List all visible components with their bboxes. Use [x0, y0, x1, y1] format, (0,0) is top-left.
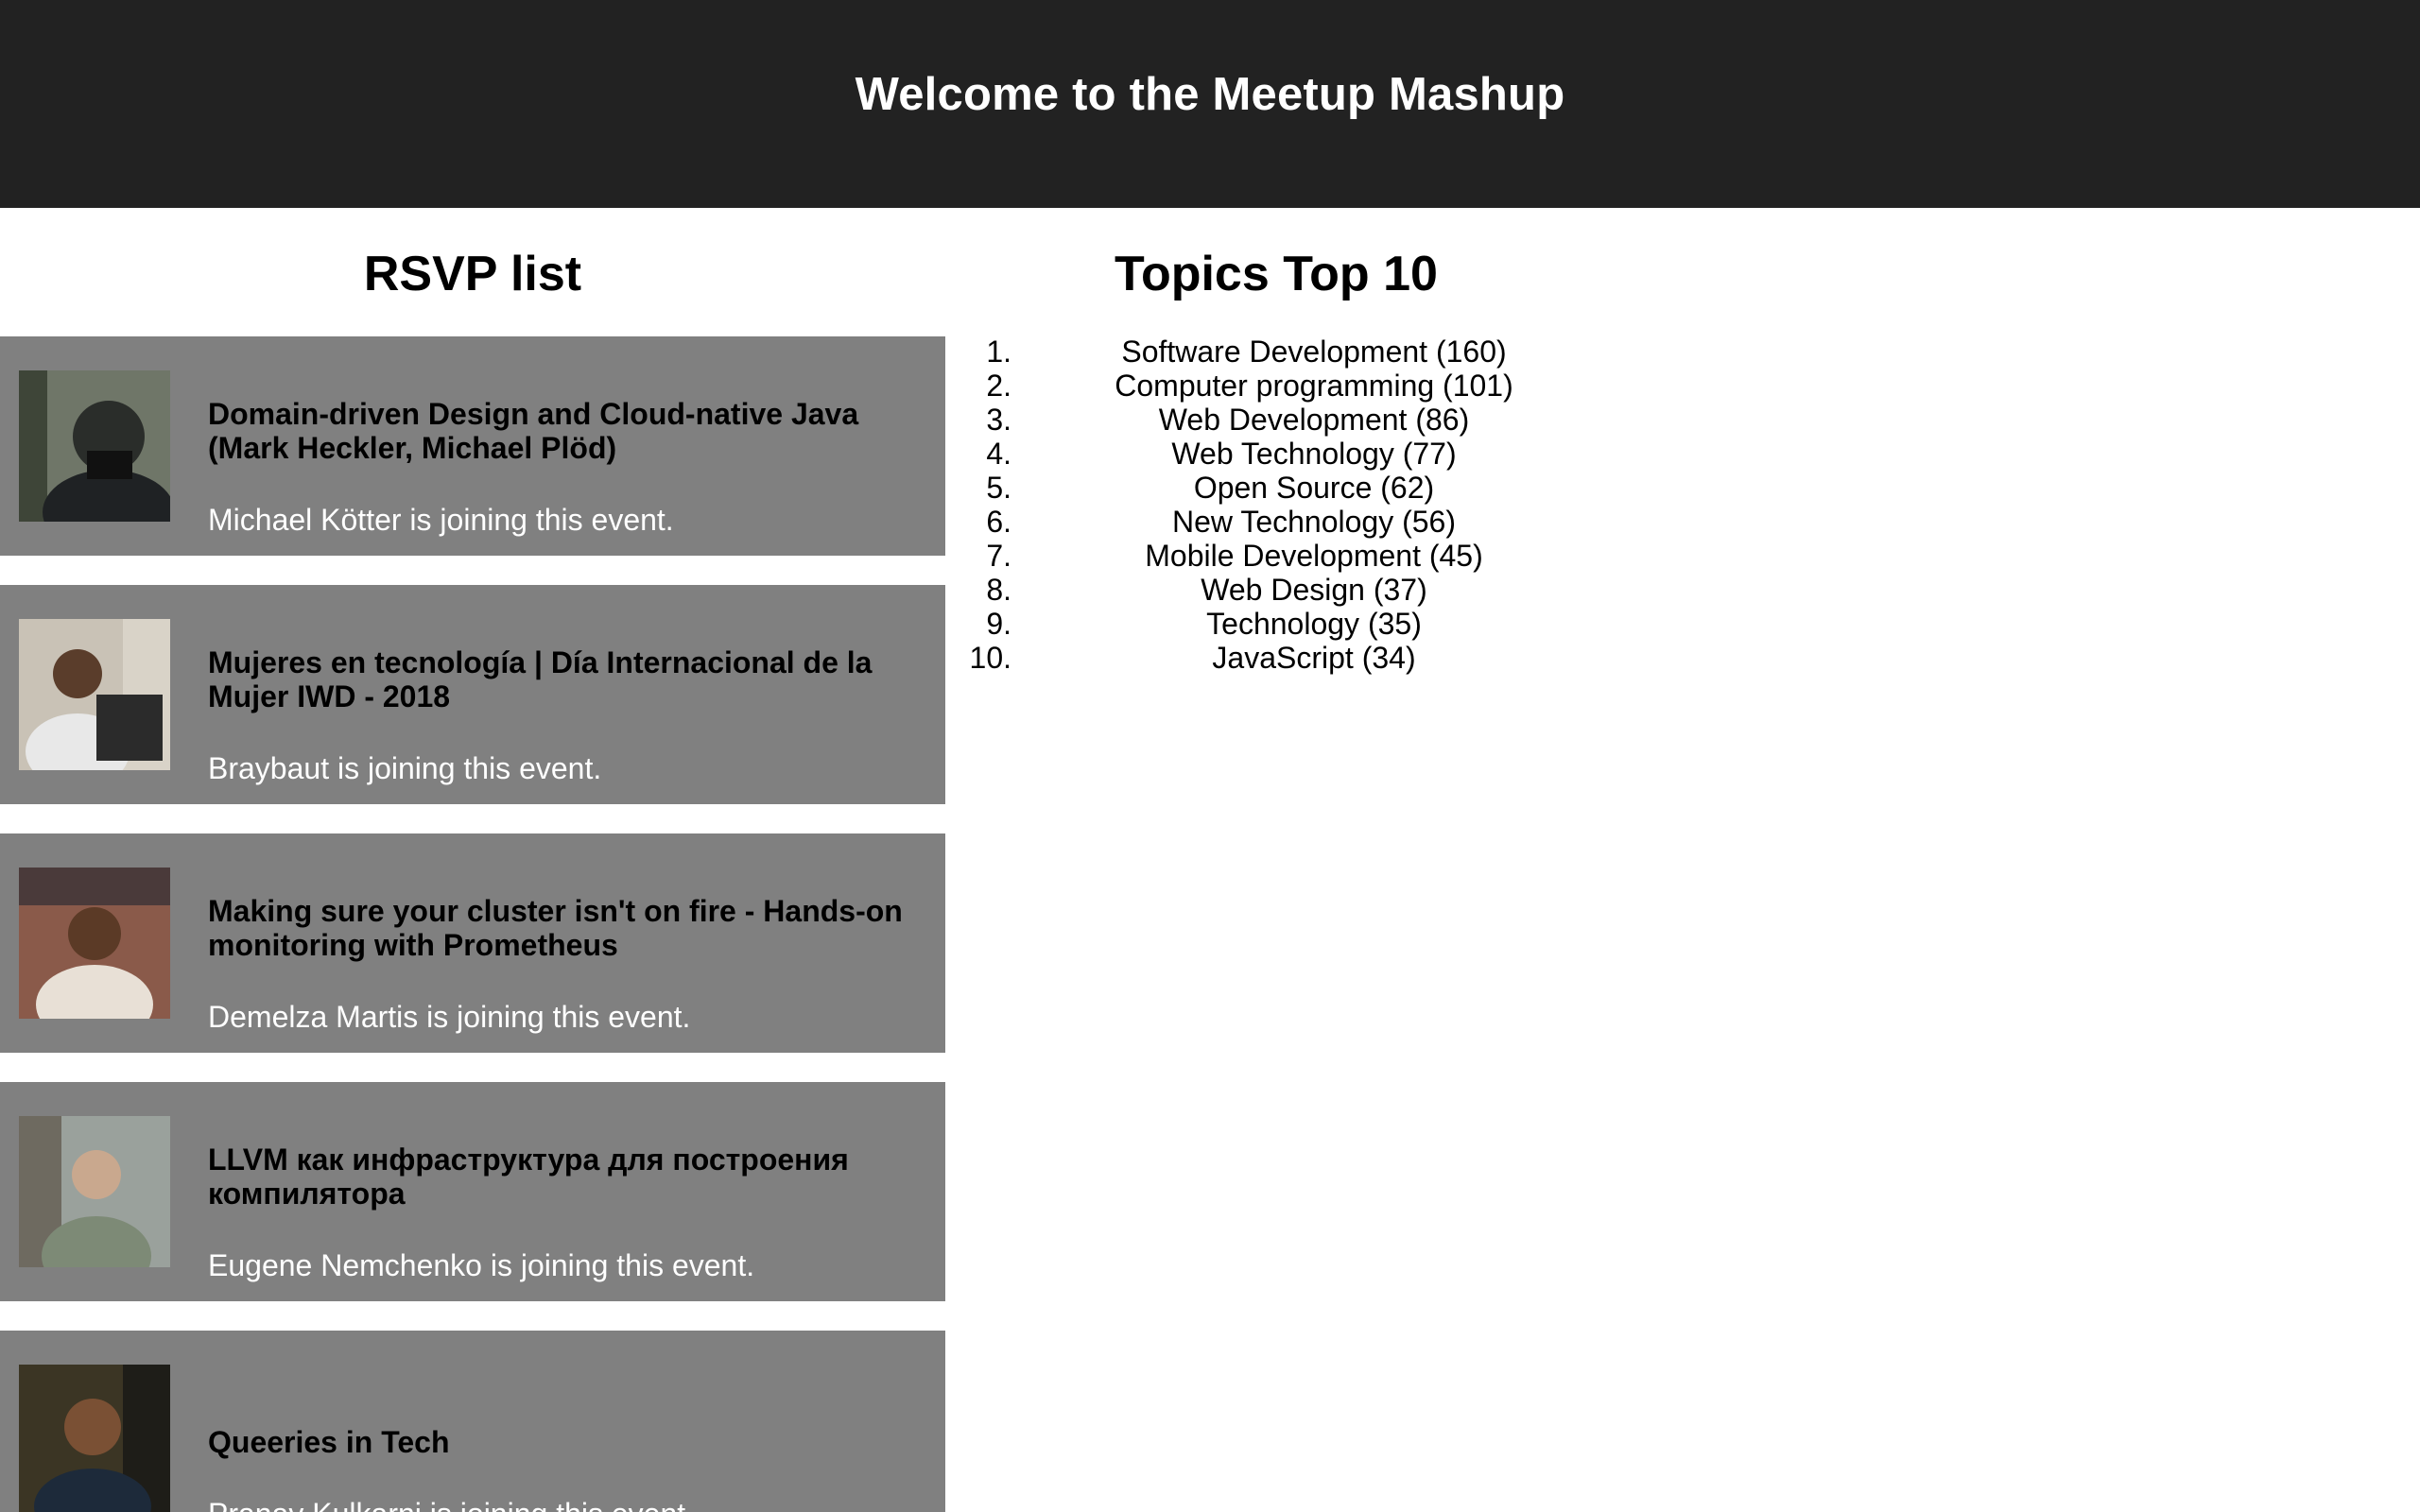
rsvp-list: Domain-driven Design and Cloud-native Ja…	[0, 336, 945, 1512]
avatar	[19, 1365, 170, 1512]
topic-label: Technology (35)	[1206, 607, 1422, 641]
page-header: Welcome to the Meetup Mashup	[0, 0, 2420, 208]
topic-label: JavaScript (34)	[1212, 641, 1416, 675]
event-title: Queeries in Tech	[208, 1425, 450, 1459]
topic-item: 10. JavaScript (34)	[945, 641, 1607, 675]
member-joining-text: Eugene Nemchenko is joining this event.	[208, 1248, 755, 1282]
topic-rank: 4.	[986, 437, 1011, 471]
rsvp-text: Queeries in Tech Pranav Kulkarni is join…	[208, 1331, 923, 1512]
rsvp-text: Making sure your cluster isn't on fire -…	[208, 833, 923, 1053]
topics-list: 1. Software Development (160) 2. Computer …	[945, 335, 1607, 675]
topic-item: 8. Web Design (37)	[945, 573, 1607, 607]
topic-rank: 7.	[986, 539, 1011, 573]
rsvp-card: Domain-driven Design and Cloud-native Ja…	[0, 336, 945, 556]
rsvp-card: Making sure your cluster isn't on fire -…	[0, 833, 945, 1053]
avatar	[19, 1116, 170, 1267]
main-content: RSVP list Domain-driven Design and Cloud…	[0, 208, 2420, 1512]
event-title: Domain-driven Design and Cloud-native Ja…	[208, 397, 859, 465]
event-title: Making sure your cluster isn't on fire -…	[208, 894, 903, 962]
topic-rank: 6.	[986, 505, 1011, 539]
event-title: Mujeres en tecnología | Día Internaciona…	[208, 645, 873, 713]
topic-rank: 5.	[986, 471, 1011, 505]
rsvp-card: Mujeres en tecnología | Día Internaciona…	[0, 585, 945, 804]
rsvp-text: Mujeres en tecnología | Día Internaciona…	[208, 585, 923, 804]
topic-rank: 2.	[986, 369, 1011, 403]
topic-rank: 10.	[969, 641, 1011, 675]
topic-label: New Technology (56)	[1171, 505, 1456, 539]
topic-item: 7. Mobile Development (45)	[945, 539, 1607, 573]
rsvp-card: Queeries in Tech Pranav Kulkarni is join…	[0, 1331, 945, 1512]
topic-rank: 8.	[986, 573, 1011, 607]
topic-rank: 9.	[986, 607, 1011, 641]
member-joining-text: Demelza Martis is joining this event.	[208, 1000, 691, 1034]
topic-label: Web Design (37)	[1201, 573, 1427, 607]
topic-label: Computer programming (101)	[1115, 369, 1513, 403]
avatar	[19, 619, 170, 770]
rsvp-heading: RSVP list	[363, 247, 582, 301]
avatar	[19, 370, 170, 522]
topic-label: Web Technology (77)	[1171, 437, 1457, 471]
topic-label: Software Development (160)	[1121, 335, 1507, 369]
member-joining-text: Michael Kötter is joining this event.	[208, 503, 674, 537]
member-joining-text: Pranav Kulkarni is joining this event.	[208, 1497, 923, 1512]
topic-item: 1. Software Development (160)	[945, 335, 1607, 369]
rsvp-text: Domain-driven Design and Cloud-native Ja…	[208, 336, 923, 556]
topic-label: Web Development (86)	[1158, 403, 1470, 437]
topics-heading: Topics Top 10	[1115, 247, 1438, 301]
topic-item: 9. Technology (35)	[945, 607, 1607, 641]
avatar	[19, 868, 170, 1019]
topic-rank: 3.	[986, 403, 1011, 437]
topic-item: 3. Web Development (86)	[945, 403, 1607, 437]
topic-item: 5. Open Source (62)	[945, 471, 1607, 505]
topic-label: Open Source (62)	[1193, 471, 1435, 505]
rsvp-card: LLVM как инфраструктура для построения к…	[0, 1082, 945, 1301]
event-title: LLVM как инфраструктура для построения к…	[208, 1143, 849, 1211]
topic-item: 4. Web Technology (77)	[945, 437, 1607, 471]
topic-item: 6. New Technology (56)	[945, 505, 1607, 539]
topic-rank: 1.	[986, 335, 1011, 369]
topic-item: 2. Computer programming (101)	[945, 369, 1607, 403]
member-joining-text: Braybaut is joining this event.	[208, 751, 602, 785]
topic-label: Mobile Development (45)	[1145, 539, 1483, 573]
page-title: Welcome to the Meetup Mashup	[855, 69, 1565, 120]
rsvp-text: LLVM как инфраструктура для построения к…	[208, 1082, 923, 1301]
